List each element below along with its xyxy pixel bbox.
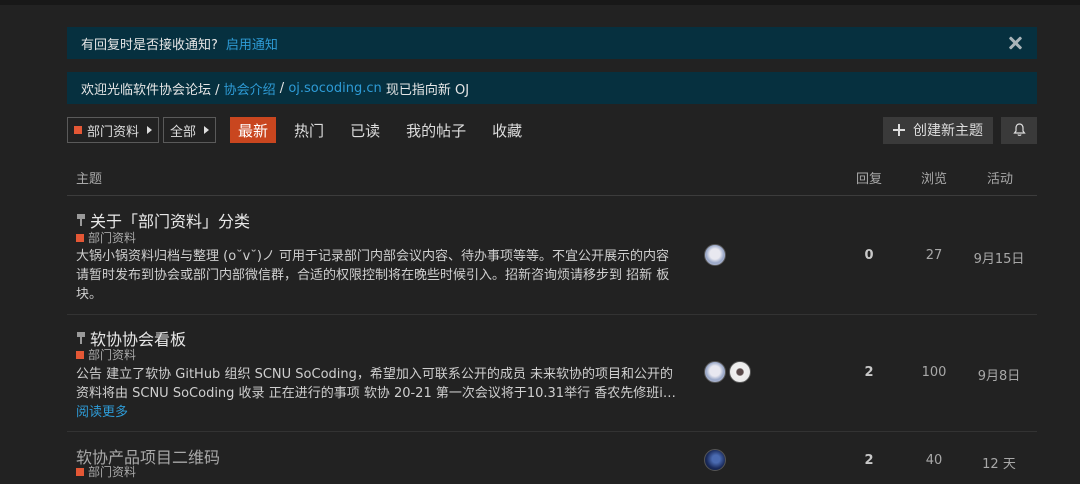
caret-right-icon [204, 126, 210, 134]
welcome-suffix: 现已指向新 OJ [381, 82, 470, 98]
tab-latest[interactable]: 最新 [230, 117, 277, 143]
topic-category[interactable]: 部门资料 [76, 229, 136, 246]
topic-category-label: 部门资料 [88, 231, 137, 245]
avatar[interactable] [704, 361, 726, 383]
topic-views: 40 [925, 453, 943, 468]
topic-posters [704, 361, 754, 383]
topic-excerpt-text: 公告 建立了软协 GitHub 组织 SCNU SoCoding，希望加入可联系… [76, 367, 676, 401]
topic-views: 100 [921, 365, 947, 380]
category-dropdown-label: 部门资料 [87, 124, 140, 140]
nav-actions: 创建新主题 [883, 116, 1037, 144]
notification-level-button[interactable] [1001, 116, 1037, 144]
top-bar [0, 0, 1080, 5]
topic-activity[interactable]: 12 天 [969, 453, 1029, 472]
category-color-badge [74, 126, 82, 134]
topic-activity[interactable]: 9月15日 [969, 248, 1029, 267]
topic-row: 软协产品项目二维码 部门资料 2 40 12 天 [67, 432, 1037, 484]
oj-link[interactable]: oj.socoding.cn [288, 81, 381, 96]
read-more-link[interactable]: 阅读更多 [76, 405, 128, 420]
welcome-banner: 欢迎光临软件协会论坛 / 协会介绍 / oj.socoding.cn 现已指向新… [67, 72, 1037, 104]
avatar[interactable] [729, 361, 751, 383]
category-dropdown[interactable]: 部门资料 [67, 117, 160, 143]
avatar[interactable] [704, 449, 726, 471]
topic-replies: 2 [864, 365, 874, 380]
topic-list-tabs: 最新 热门 已读 我的帖子 收藏 [230, 117, 540, 143]
create-topic-label: 创建新主题 [913, 123, 983, 139]
topic-row: 软协协会看板 部门资料 公告 建立了软协 GitHub 组织 SCNU SoCo… [67, 315, 1037, 432]
topic-replies: 2 [864, 453, 874, 468]
topic-views: 27 [925, 248, 943, 263]
topic-category-label: 部门资料 [88, 348, 137, 362]
tab-my-posts[interactable]: 我的帖子 [398, 117, 474, 143]
topic-category[interactable]: 部门资料 [76, 346, 136, 363]
welcome-text: 欢迎光临软件协会论坛 / [81, 82, 224, 98]
topic-replies: 0 [864, 248, 874, 263]
category-color-badge [76, 350, 84, 359]
avatar[interactable] [704, 244, 726, 266]
notification-prompt: 有回复时是否接收通知? [81, 37, 218, 53]
welcome-separator: / [275, 80, 289, 96]
topic-list-header: 主题 回复 浏览 活动 [67, 160, 1037, 196]
pin-icon [76, 332, 86, 344]
caret-right-icon [147, 126, 153, 134]
topic-row: 关于「部门资料」分类 部门资料 大锅小锅资料归档与整理 (o˘v˘)ノ 可用于记… [67, 197, 1037, 315]
header-topic[interactable]: 主题 [76, 168, 102, 187]
association-intro-link[interactable]: 协会介绍 [224, 79, 276, 98]
close-icon[interactable] [1007, 35, 1023, 51]
create-topic-button[interactable]: 创建新主题 [883, 116, 993, 144]
tab-top[interactable]: 热门 [286, 117, 332, 143]
tab-bookmarks[interactable]: 收藏 [484, 117, 530, 143]
category-color-badge [76, 467, 84, 476]
topic-category-label: 部门资料 [88, 465, 137, 479]
tags-dropdown-label: 全部 [170, 124, 197, 140]
navigation-row: 部门资料 全部 最新 热门 已读 我的帖子 收藏 创建新主题 [67, 116, 1037, 144]
topic-excerpt: 大锅小锅资料归档与整理 (o˘v˘)ノ 可用于记录部门内部会议内容、待办事项等等… [76, 249, 670, 302]
plus-icon [893, 124, 905, 136]
tags-dropdown[interactable]: 全部 [163, 117, 217, 143]
pin-icon [76, 214, 86, 226]
topic-activity[interactable]: 9月8日 [969, 365, 1029, 384]
header-views[interactable]: 浏览 [921, 168, 947, 187]
notification-banner: 有回复时是否接收通知? 启用通知 [67, 27, 1037, 59]
category-color-badge [76, 233, 84, 242]
header-replies[interactable]: 回复 [856, 168, 882, 187]
tab-read[interactable]: 已读 [342, 117, 388, 143]
topic-posters [704, 244, 729, 266]
bell-icon [1012, 123, 1026, 136]
topic-category[interactable]: 部门资料 [76, 463, 136, 480]
topic-posters [704, 449, 729, 471]
header-activity[interactable]: 活动 [987, 168, 1013, 187]
topic-excerpt: 公告 建立了软协 GitHub 组织 SCNU SoCoding，希望加入可联系… [76, 365, 676, 422]
enable-notifications-link[interactable]: 启用通知 [226, 34, 278, 53]
